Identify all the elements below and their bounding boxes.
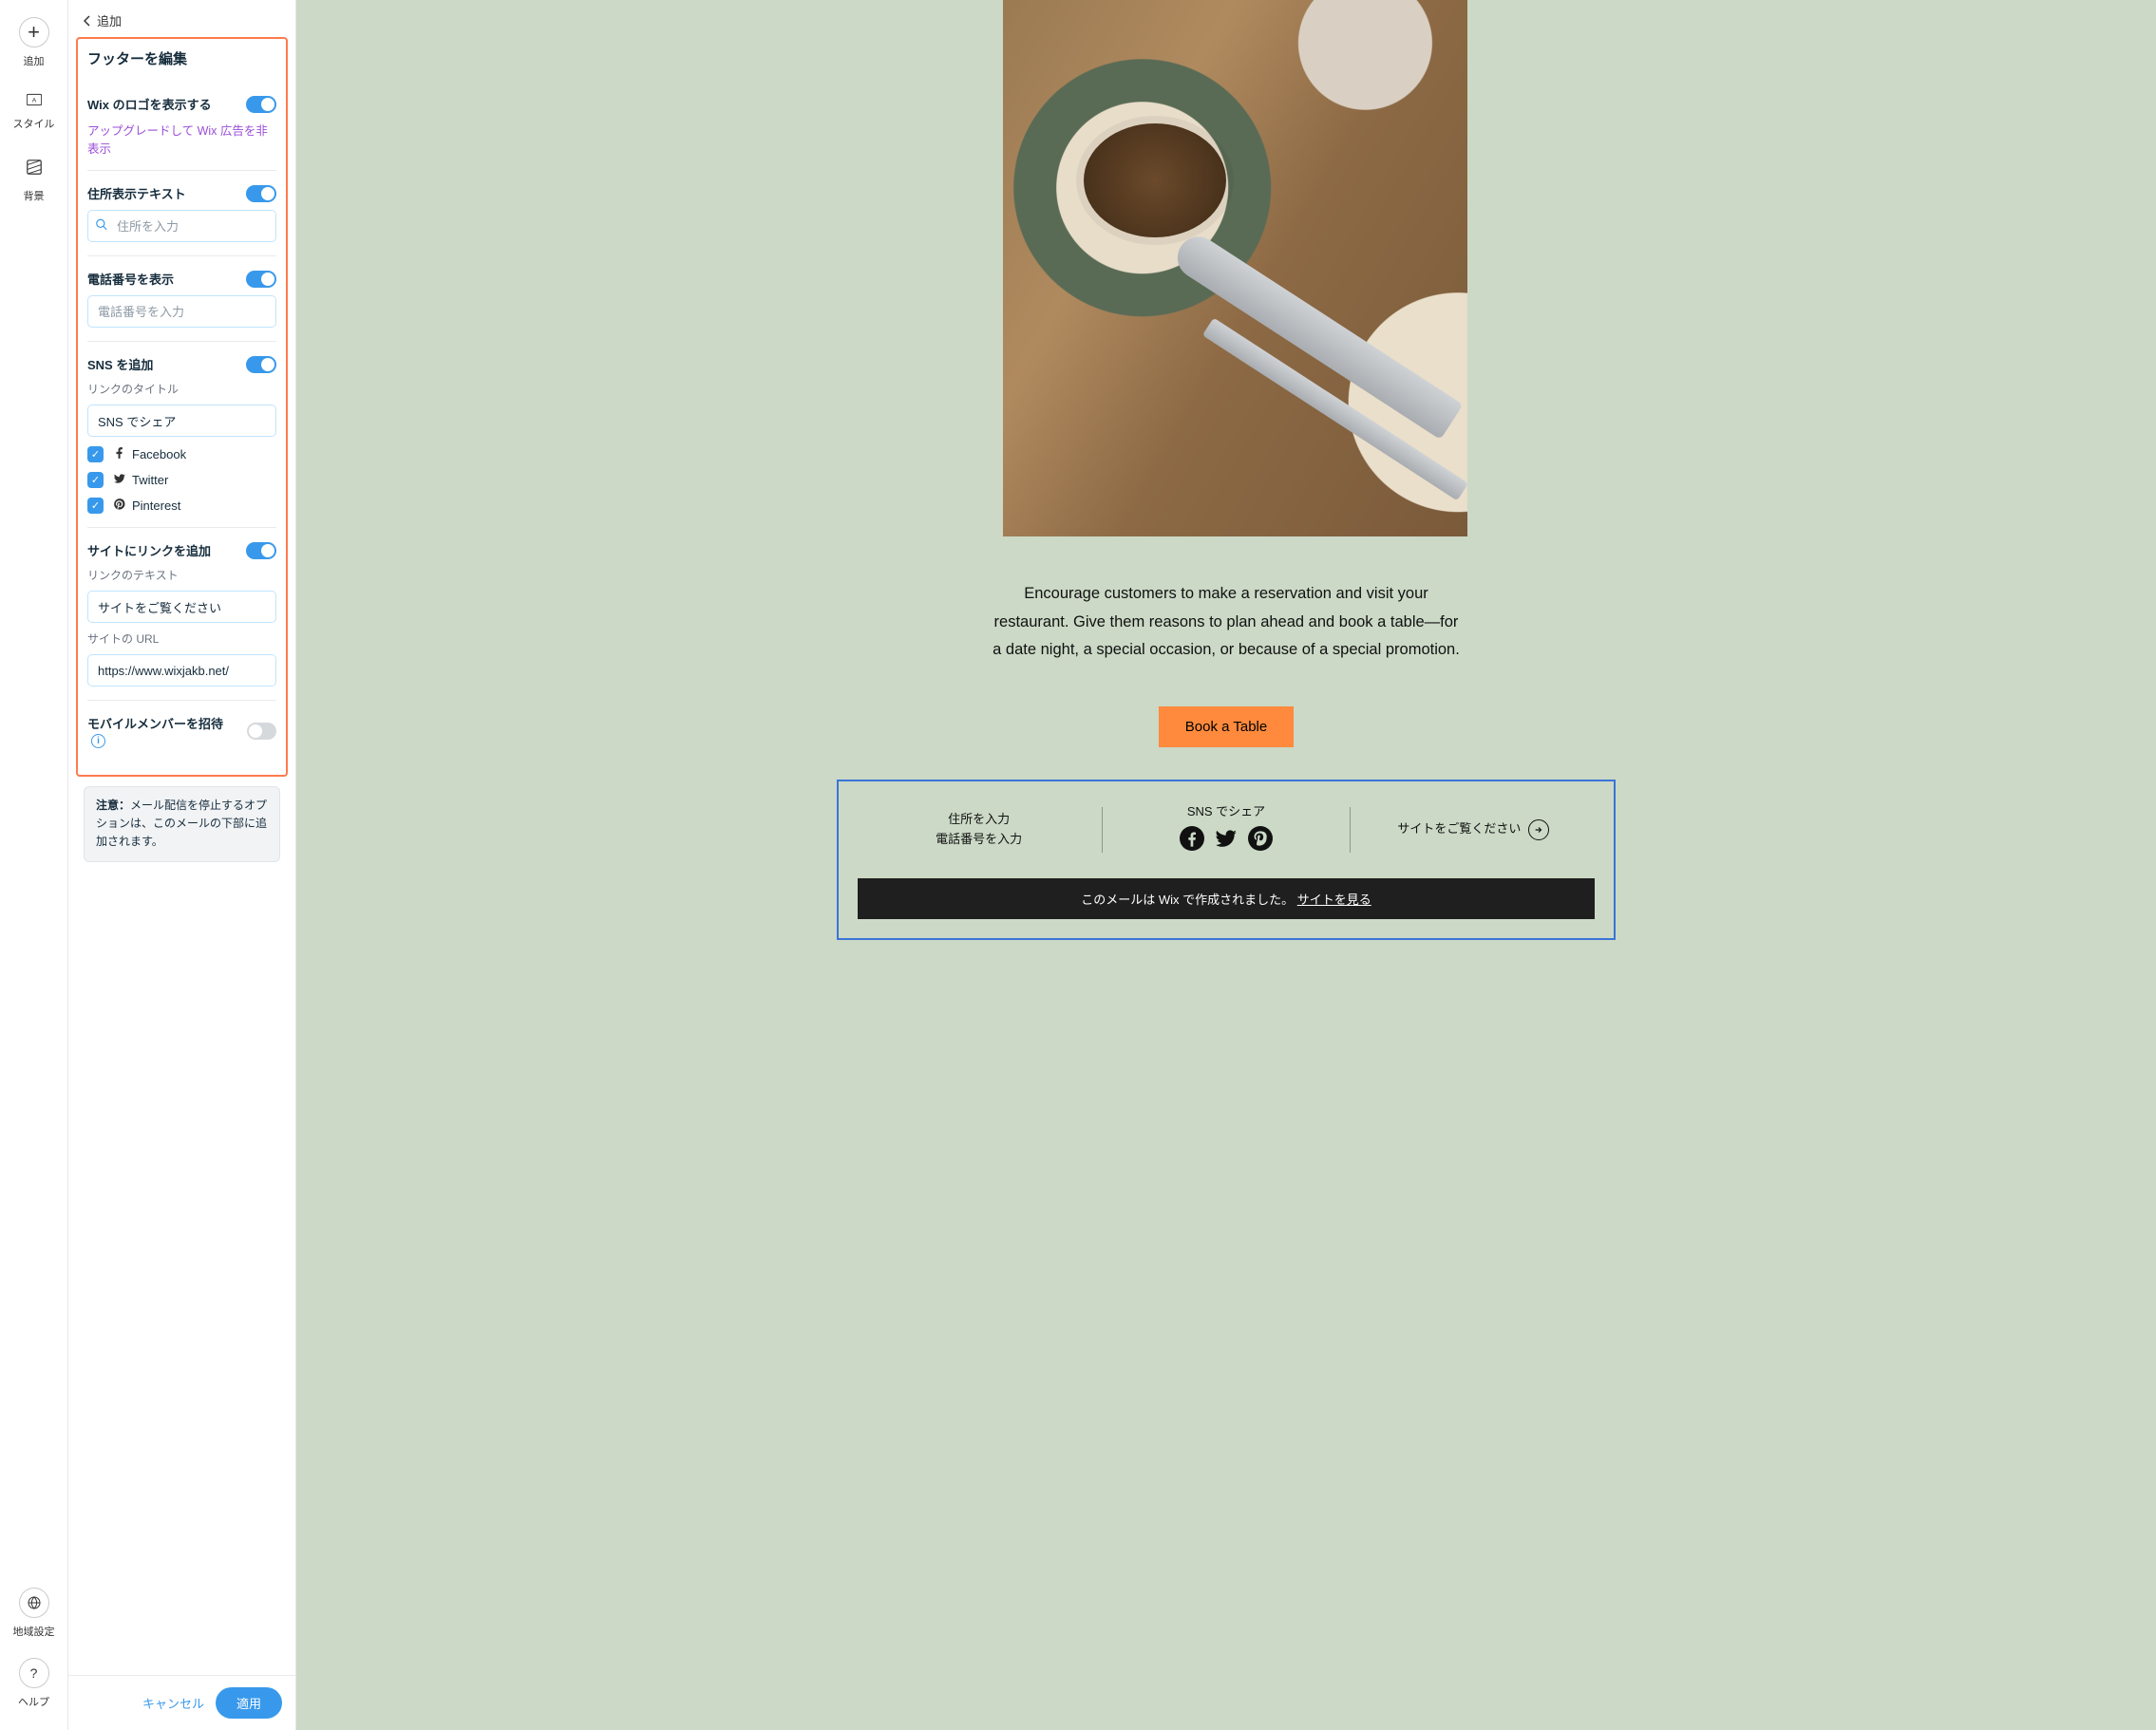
footer-address-col: 住所を入力 電話番号を入力 [856,810,1102,850]
cancel-button[interactable]: キャンセル [142,1694,204,1712]
cta-button[interactable]: Book a Table [1159,706,1294,747]
background-icon [19,152,49,182]
address-input[interactable] [87,210,276,242]
sns-option-facebook[interactable]: ✓ Facebook [87,446,276,462]
rail-label: ヘルプ [18,1694,49,1709]
sns-option-twitter[interactable]: ✓ Twitter [87,472,276,488]
rail-label: 背景 [24,188,45,203]
editor-panel: 追加 フッターを編集 Wix のロゴを表示する アップグレードして Wix 広告… [68,0,296,1730]
address-toggle[interactable] [246,185,276,202]
email-footer[interactable]: 住所を入力 電話番号を入力 SNS でシェア [837,780,1616,940]
facebook-icon [113,446,126,462]
note-box: 注意：メール配信を停止するオプションは、このメールの下部に追加されます。 [84,786,280,862]
apply-button[interactable]: 適用 [216,1687,282,1719]
sitelink-text-input[interactable] [87,591,276,623]
footer-sns-col: SNS でシェア [1103,802,1349,857]
wix-attribution-bar: このメールは Wix で作成されました。 サイトを見る [858,878,1595,919]
wix-site-link[interactable]: サイトを見る [1297,893,1371,907]
rail-label: 追加 [24,53,45,68]
rail-label: スタイル [13,116,55,131]
sns-label: SNS を追加 [87,355,153,373]
hero-image [1003,0,1467,536]
info-icon[interactable]: i [91,734,105,748]
help-icon: ? [19,1658,49,1688]
preview-canvas: Encourage customers to make a reservatio… [296,0,2156,1730]
sns-option-label: Twitter [132,473,168,487]
sns-toggle[interactable] [246,356,276,373]
panel-back[interactable]: 追加 [68,0,295,33]
footer-phone: 電話番号を入力 [856,830,1102,850]
rail-locale[interactable]: 地域設定 [13,1588,55,1639]
phone-label: 電話番号を表示 [87,270,174,288]
sitelink-toggle[interactable] [246,542,276,559]
phone-toggle[interactable] [246,271,276,288]
phone-input[interactable] [87,295,276,328]
sitelink-text-sub: リンクのテキスト [87,567,276,583]
plus-icon: + [19,17,49,47]
search-icon [95,218,108,235]
sns-title-input[interactable] [87,404,276,437]
pinterest-icon[interactable] [1248,826,1273,857]
twitter-icon [113,472,126,488]
sitelink-url-sub: サイトの URL [87,630,276,647]
upgrade-link[interactable]: アップグレードして Wix 広告を非表示 [87,121,276,157]
sns-option-label: Pinterest [132,498,180,513]
footer-address: 住所を入力 [856,810,1102,830]
preview-paragraph: Encourage customers to make a reservatio… [989,580,1464,665]
rail-add[interactable]: + 追加 [19,17,49,68]
checkbox-icon: ✓ [87,472,104,488]
panel-title: フッターを編集 [87,48,276,68]
footer-link-text: サイトをご覧ください [1397,819,1521,839]
footer-sns-title: SNS でシェア [1103,802,1349,822]
wix-text: このメールは Wix で作成されました。 [1081,893,1294,907]
twitter-icon[interactable] [1214,826,1239,857]
footer-settings-box: フッターを編集 Wix のロゴを表示する アップグレードして Wix 広告を非表… [76,37,288,777]
note-prefix: 注意： [96,799,130,812]
rail-label: 地域設定 [13,1624,55,1639]
sitelink-label: サイトにリンクを追加 [87,541,211,559]
arrow-right-icon [1528,819,1549,840]
sitelink-url-input[interactable] [87,654,276,686]
rail-help[interactable]: ? ヘルプ [18,1658,49,1709]
logo-label: Wix のロゴを表示する [87,95,212,113]
facebook-icon[interactable] [1180,826,1204,857]
globe-icon [19,1588,49,1618]
back-label: 追加 [97,11,122,29]
svg-text:A: A [31,98,36,104]
rail-style[interactable]: A スタイル [13,89,55,131]
address-label: 住所表示テキスト [87,184,186,202]
rail-background[interactable]: 背景 [19,152,49,203]
sns-option-pinterest[interactable]: ✓ Pinterest [87,498,276,514]
sns-option-label: Facebook [132,447,186,461]
chevron-left-icon [84,15,91,27]
mobile-label: モバイルメンバーを招待 i [87,714,239,748]
left-rail: + 追加 A スタイル 背景 地域設定 [0,0,68,1730]
checkbox-icon: ✓ [87,446,104,462]
panel-footer: キャンセル 適用 [68,1675,295,1730]
footer-site-link[interactable]: サイトをご覧ください [1397,819,1549,840]
sns-sub-label: リンクのタイトル [87,381,276,397]
logo-toggle[interactable] [246,96,276,113]
style-icon: A [21,89,47,110]
checkbox-icon: ✓ [87,498,104,514]
mobile-toggle[interactable] [247,723,276,740]
pinterest-icon [113,498,126,514]
